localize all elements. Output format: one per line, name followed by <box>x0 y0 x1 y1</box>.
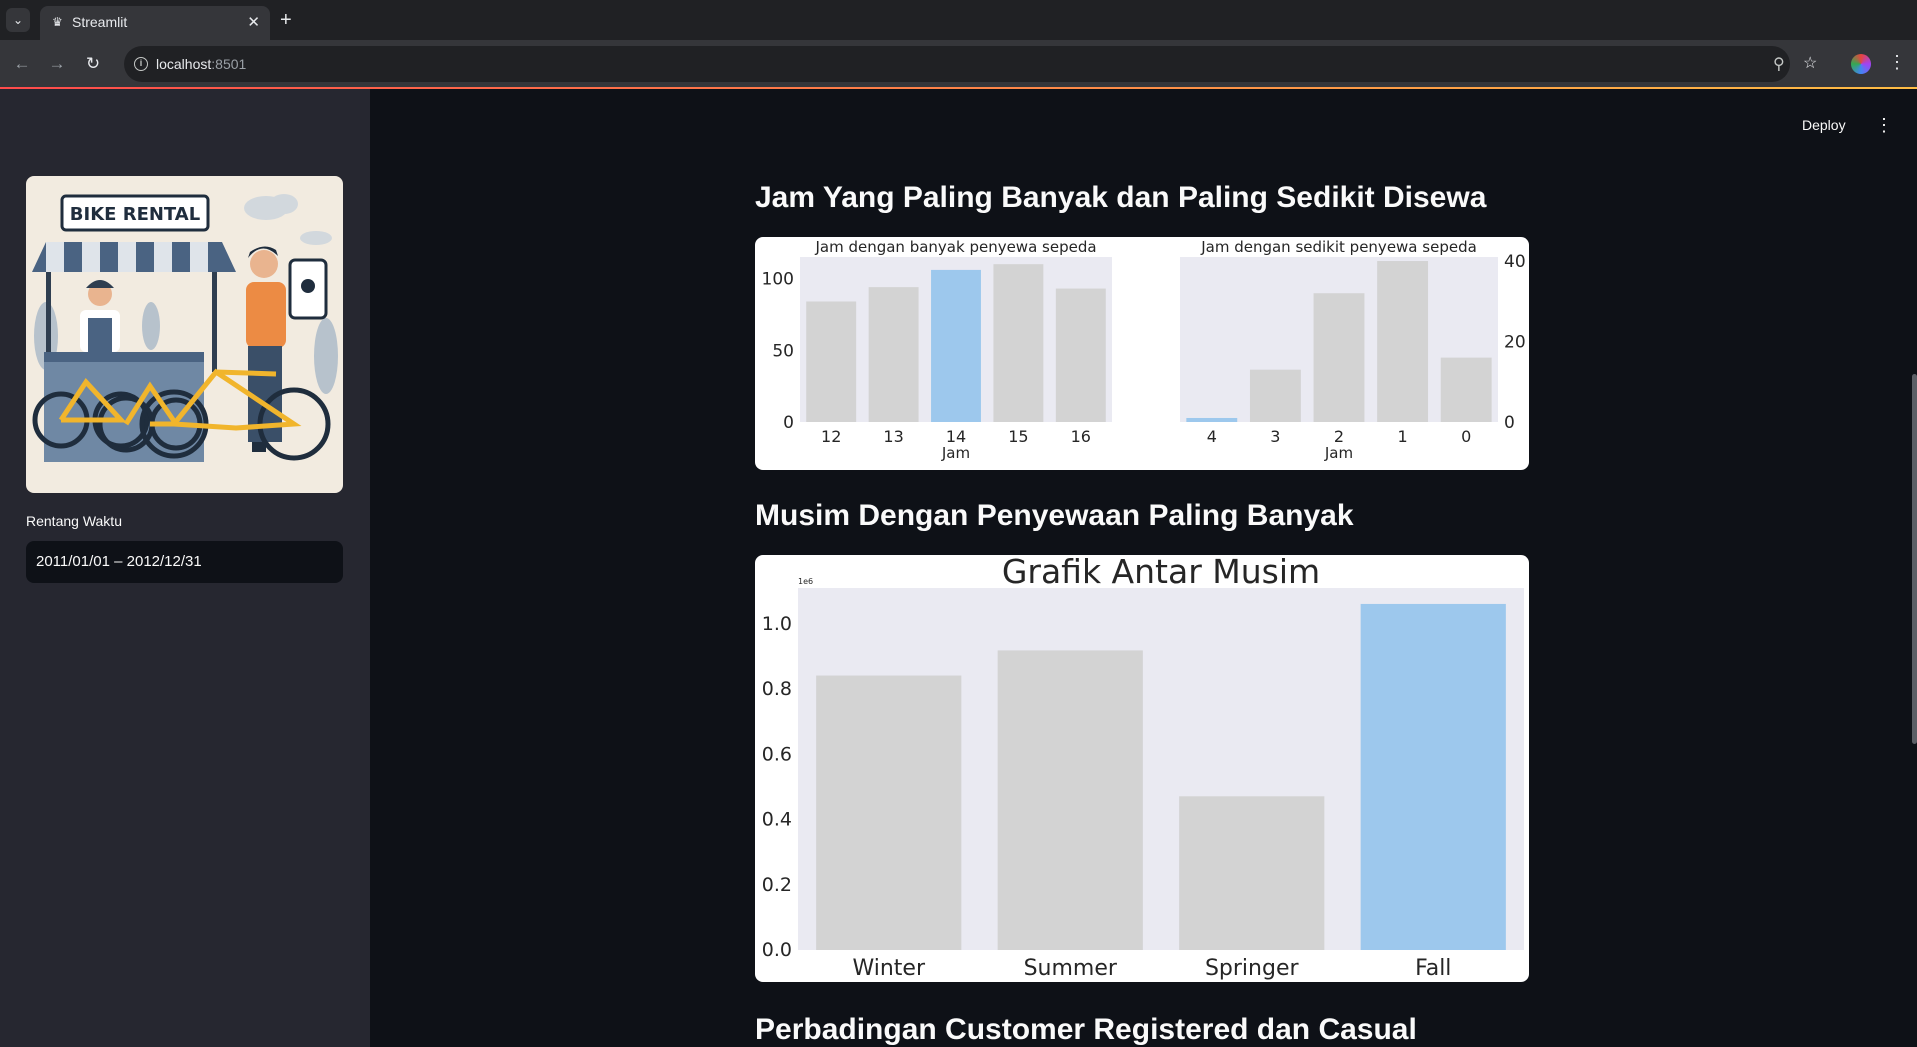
browser-menu-icon[interactable]: ⋮ <box>1888 52 1906 73</box>
deploy-button[interactable]: Deploy <box>1802 117 1846 133</box>
bar <box>1179 796 1325 950</box>
bike-rental-logo: BIKE RENTAL <box>26 176 343 493</box>
x-tick-label: 15 <box>1008 427 1028 446</box>
season-section-title: Musim Dengan Penyewaan Paling Banyak <box>755 499 1354 532</box>
bar <box>997 650 1143 950</box>
customer-section-title: Perbadingan Customer Registered dan Casu… <box>755 1013 1417 1046</box>
x-tick-label: Fall <box>1415 956 1451 981</box>
y-tick-label: 0.6 <box>762 743 792 765</box>
chart-title: Jam dengan banyak penyewa sepeda <box>814 238 1096 256</box>
y-scale-label: 1e6 <box>798 577 813 586</box>
bar <box>1249 369 1301 422</box>
new-tab-plus-icon[interactable]: + <box>280 8 292 32</box>
bar <box>868 287 919 422</box>
url-text: localhost:8501 <box>156 56 247 72</box>
y-tick-label: 1.0 <box>762 613 792 635</box>
bar <box>1360 603 1506 950</box>
x-tick-label: 0 <box>1461 427 1471 446</box>
x-tick-label: 16 <box>1071 427 1091 446</box>
x-tick-label: Summer <box>1024 956 1118 981</box>
x-tick-label: 4 <box>1207 427 1217 446</box>
logo-sign-text: BIKE RENTAL <box>70 204 200 225</box>
hours-charts: 12 13 14 15 16050100Jam dengan banyak penyew… <box>762 238 1526 462</box>
x-tick-label: 12 <box>821 427 841 446</box>
x-tick-label: Winter <box>852 956 925 981</box>
x-axis-label: Jam <box>941 444 970 462</box>
x-tick-label: 13 <box>883 427 903 446</box>
y-tick-label: 50 <box>772 341 794 361</box>
back-arrow-icon[interactable]: ← <box>8 50 36 78</box>
y-tick-label: 0 <box>1504 413 1515 433</box>
site-info-icon[interactable]: i <box>134 57 148 71</box>
y-tick-label: 40 <box>1504 252 1526 272</box>
x-tick-label: 3 <box>1270 427 1280 446</box>
sidebar: BIKE RENTAL Rentang Waktu 2011/01/01 – 2… <box>0 89 370 1047</box>
chart-title: Grafik Antar Musim <box>1002 555 1320 591</box>
tab-list-chevron-icon[interactable]: ⌄ <box>6 8 30 32</box>
x-axis-label: Jam <box>1324 444 1353 462</box>
address-bar[interactable]: i localhost:8501 ⚲ <box>124 46 1790 82</box>
x-tick-label: Springer <box>1205 956 1300 981</box>
x-tick-label: 1 <box>1398 427 1408 446</box>
hours-section-title: Jam Yang Paling Banyak dan Paling Sediki… <box>755 181 1487 214</box>
browser-tab-strip: ⌄ ♛ Streamlit ✕ + <box>0 0 1917 40</box>
bookmark-star-icon[interactable]: ☆ <box>1803 53 1817 73</box>
scrollbar[interactable] <box>1912 374 1917 744</box>
date-range-input[interactable]: 2011/01/01 – 2012/12/31 <box>26 541 343 583</box>
date-range-label: Rentang Waktu <box>26 513 122 529</box>
season-chart-card: Winter Summer Springer Fall 0.0 0.2 0.4 0.6 0.8 1… <box>755 555 1529 982</box>
bar <box>816 675 962 950</box>
profile-avatar[interactable] <box>1851 54 1871 74</box>
chart-title: Jam dengan sedikit penyewa sepeda <box>1200 238 1477 256</box>
y-tick-label: 0 <box>783 413 794 433</box>
streamlit-favicon-icon: ♛ <box>52 15 63 29</box>
bar <box>1440 357 1492 422</box>
y-tick-label: 0.2 <box>762 874 792 896</box>
bar <box>1313 293 1365 422</box>
reload-icon[interactable]: ↻ <box>79 50 107 78</box>
main-menu-icon[interactable]: ⋮ <box>1875 115 1893 136</box>
y-tick-label: 0.4 <box>762 809 792 831</box>
hours-chart-card: 12 13 14 15 16 0 50 100 Jam dengan banyak penyew… <box>755 237 1529 470</box>
bar <box>1377 261 1429 422</box>
bar <box>1055 288 1106 422</box>
bar <box>993 264 1044 422</box>
forward-arrow-icon[interactable]: → <box>43 50 71 78</box>
tab-title: Streamlit <box>72 14 128 30</box>
bar <box>1186 417 1238 422</box>
y-tick-label: 20 <box>1504 333 1526 353</box>
bar <box>806 301 857 422</box>
season-chart: Winter Summer Springer Fall 0.0 0.2 0.4 0.6 0.8 1… <box>762 555 1524 981</box>
close-tab-icon[interactable]: ✕ <box>247 13 260 31</box>
bar <box>931 269 981 422</box>
y-tick-label: 0.0 <box>762 939 792 961</box>
y-tick-label: 100 <box>762 270 794 290</box>
zoom-icon[interactable]: ⚲ <box>1773 54 1785 74</box>
browser-toolbar: ← → ↻ i localhost:8501 ⚲ ☆ ⋮ <box>0 40 1917 88</box>
main-content: Deploy ⋮ Jam Yang Paling Banyak dan Pali… <box>370 89 1917 1047</box>
y-tick-label: 0.8 <box>762 678 792 700</box>
browser-tab[interactable]: ♛ Streamlit ✕ <box>40 6 270 40</box>
